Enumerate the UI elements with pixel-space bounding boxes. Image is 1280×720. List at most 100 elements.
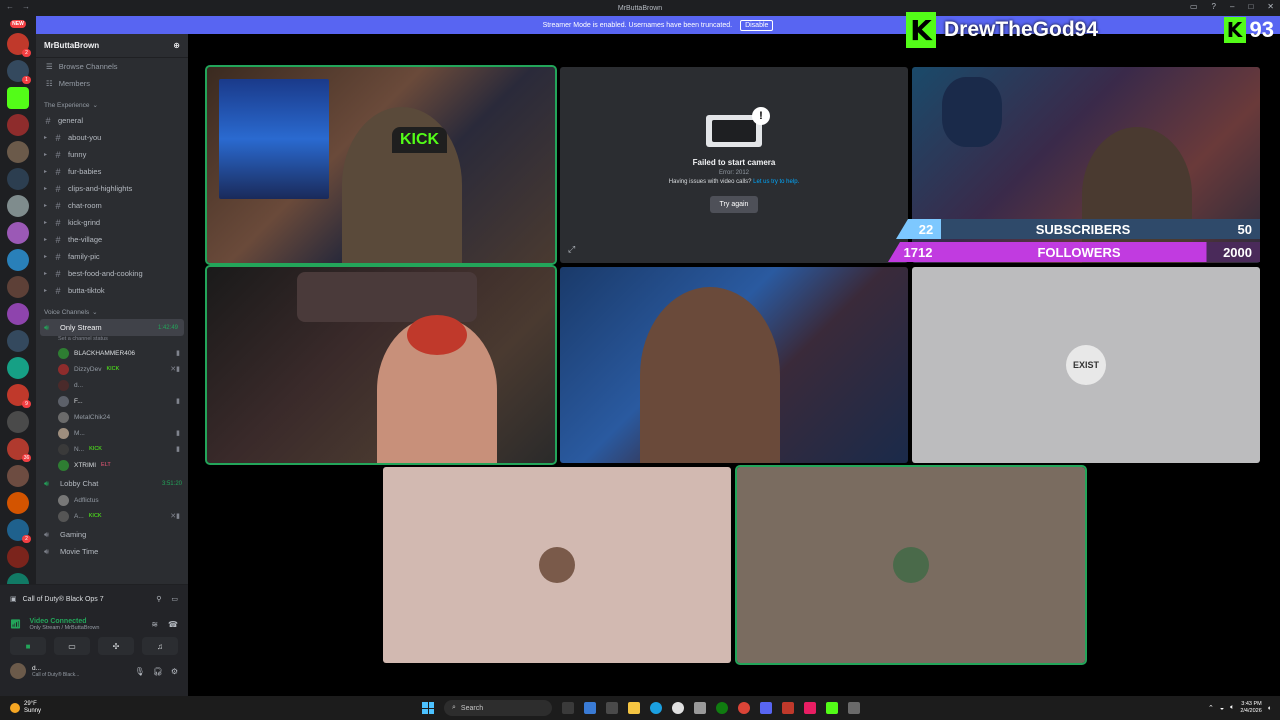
channel-best-food-and-cooking[interactable]: ▸ # best-food-and-cooking xyxy=(36,265,188,282)
avatar[interactable] xyxy=(10,663,26,679)
connection-subtitle[interactable]: Only Stream / MrButtaBrown xyxy=(29,625,99,631)
channel-clips-and-highlights[interactable]: ▸ # clips-and-highlights xyxy=(36,180,188,197)
voice-user[interactable]: F... ▮ xyxy=(36,393,188,409)
try-again-button[interactable]: Try again xyxy=(709,196,759,213)
app-icon[interactable] xyxy=(782,702,794,714)
forward-icon[interactable]: → xyxy=(22,2,30,11)
edge-icon[interactable] xyxy=(650,702,662,714)
voice-user[interactable]: DizzyDev KICK ✕▮ xyxy=(36,361,188,377)
video-tile[interactable] xyxy=(560,267,908,463)
app-icon[interactable] xyxy=(804,702,816,714)
voice-user[interactable]: Adflictus xyxy=(36,492,188,508)
invite-icon[interactable]: ⊕ xyxy=(173,41,180,50)
voice-user[interactable]: N... KICK ▮ xyxy=(36,441,188,457)
channel-kick-grind[interactable]: ▸ # kick-grind xyxy=(36,214,188,231)
screen-share-button[interactable]: ▭ xyxy=(54,637,90,655)
members-link[interactable]: ☷ Members xyxy=(36,75,188,92)
windows-start-icon[interactable] xyxy=(422,702,434,714)
app-icon[interactable] xyxy=(672,702,684,714)
rocket-icon[interactable]: ⚲ xyxy=(156,595,161,603)
server-icon[interactable] xyxy=(7,195,29,217)
server-icon[interactable] xyxy=(7,546,29,568)
network-icon[interactable]: ◒ xyxy=(1220,705,1224,712)
channel-chat-room[interactable]: ▸ # chat-room xyxy=(36,197,188,214)
channel-funny[interactable]: ▸ # funny xyxy=(36,146,188,163)
channel-the-village[interactable]: ▸ # the-village xyxy=(36,231,188,248)
soundboard-button[interactable]: ♫ xyxy=(142,637,178,655)
camera-button[interactable]: ■ xyxy=(10,637,46,655)
video-tile-avatar[interactable] xyxy=(383,467,731,663)
video-tile-failed-camera[interactable]: ! Failed to start camera Error: 2012 Hav… xyxy=(560,67,908,263)
server-icon[interactable] xyxy=(7,303,29,325)
server-icon[interactable] xyxy=(7,357,29,379)
voice-user[interactable]: MetalChik24 xyxy=(36,409,188,425)
voice-user[interactable]: A... KICK ✕▮ xyxy=(36,508,188,524)
gear-icon[interactable]: ⚙ xyxy=(171,667,178,676)
video-tile-avatar[interactable]: EXIST xyxy=(912,267,1260,463)
channel-butta-tiktok[interactable]: ▸ # butta-tiktok xyxy=(36,282,188,299)
notifications-icon[interactable]: ◐ xyxy=(1268,705,1272,712)
server-icon[interactable] xyxy=(7,492,29,514)
voice-user[interactable]: XTRIMI ELT xyxy=(36,457,188,473)
voice-user[interactable]: BLACKHAMMER406 ▮ xyxy=(36,345,188,361)
browse-channels-link[interactable]: ☰ Browse Channels xyxy=(36,58,188,75)
pop-out-icon[interactable]: ⤢ xyxy=(568,244,575,255)
app-icon[interactable] xyxy=(694,702,706,714)
help-link[interactable]: Let us try to help. xyxy=(753,179,799,185)
back-icon[interactable]: ← xyxy=(6,2,14,11)
copilot-icon[interactable] xyxy=(584,702,596,714)
server-icon[interactable] xyxy=(7,411,29,433)
activities-button[interactable]: ✣ xyxy=(98,637,134,655)
disconnect-icon[interactable]: ☎ xyxy=(168,620,178,629)
server-icon[interactable]: 9 xyxy=(7,384,31,408)
volume-icon[interactable]: 🔈︎ xyxy=(1230,704,1234,712)
noise-suppression-icon[interactable]: ≋ xyxy=(151,620,158,629)
video-tile[interactable]: KICK xyxy=(205,65,557,265)
app-icon[interactable] xyxy=(606,702,618,714)
voice-channel-gaming[interactable]: 🔊︎ Gaming xyxy=(36,526,188,543)
server-icon[interactable] xyxy=(7,114,29,136)
channel-general[interactable]: # general xyxy=(36,112,188,129)
app-icon[interactable] xyxy=(826,702,838,714)
disable-streamer-mode-button[interactable]: Disable xyxy=(740,19,774,31)
clock[interactable]: 3:43 PM 2/4/2026 xyxy=(1240,701,1261,715)
taskbar-search[interactable]: ⌕ Search xyxy=(444,700,552,716)
chrome-icon[interactable] xyxy=(738,702,750,714)
app-icon[interactable] xyxy=(848,702,860,714)
server-icon[interactable]: 2 xyxy=(7,519,31,543)
screen-icon[interactable]: ▭ xyxy=(171,595,178,603)
server-header[interactable]: MrButtaBrown ⊕ xyxy=(36,34,188,58)
chevron-up-icon[interactable]: ⌃ xyxy=(1208,704,1214,712)
video-tile[interactable] xyxy=(205,265,557,465)
voice-channel-lobby-chat[interactable]: 🔊︎ Lobby Chat 3:51:20 xyxy=(36,475,188,492)
server-icon[interactable]: 36 xyxy=(7,438,31,462)
server-icon[interactable] xyxy=(7,276,29,298)
weather-widget[interactable]: 29°F Sunny xyxy=(0,701,41,715)
signal-icon[interactable]: 📶︎ xyxy=(10,619,21,630)
server-icon[interactable] xyxy=(7,222,29,244)
xbox-icon[interactable] xyxy=(716,702,728,714)
voice-channel-movie-time[interactable]: 🔊︎ Movie Time xyxy=(36,543,188,560)
voice-user[interactable]: M... ▮ xyxy=(36,425,188,441)
server-icon[interactable] xyxy=(7,141,29,163)
voice-user[interactable]: d... xyxy=(36,377,188,393)
channel-fur-babies[interactable]: ▸ # fur-babies xyxy=(36,163,188,180)
video-tile-avatar[interactable] xyxy=(735,465,1087,665)
voice-channel-only-stream[interactable]: 🔊︎ Only Stream 1:42:49 xyxy=(40,319,184,336)
channel-about-you[interactable]: ▸ # about-you xyxy=(36,129,188,146)
server-icon[interactable] xyxy=(7,465,29,487)
headphones-icon[interactable]: 🎧︎ xyxy=(153,667,163,676)
microphone-icon[interactable]: 🎙︎ xyxy=(135,667,145,676)
file-explorer-icon[interactable] xyxy=(628,702,640,714)
task-view-icon[interactable] xyxy=(562,702,574,714)
server-icon[interactable] xyxy=(7,168,29,190)
server-icon[interactable]: 1 xyxy=(7,60,31,84)
channel-family-pic[interactable]: ▸ # family-pic xyxy=(36,248,188,265)
server-icon[interactable]: 2 xyxy=(7,33,31,57)
category-voice-channels[interactable]: Voice Channels ⌄ xyxy=(36,305,188,319)
discord-icon[interactable] xyxy=(760,702,772,714)
category-the-experience[interactable]: The Experience ⌄ xyxy=(36,98,188,112)
kick-server-icon[interactable] xyxy=(7,87,29,109)
channel-status[interactable]: Set a channel status xyxy=(36,336,188,345)
activity-row[interactable]: ▣ Call of Duty® Black Ops 7 ⚲ ▭ xyxy=(0,585,188,613)
